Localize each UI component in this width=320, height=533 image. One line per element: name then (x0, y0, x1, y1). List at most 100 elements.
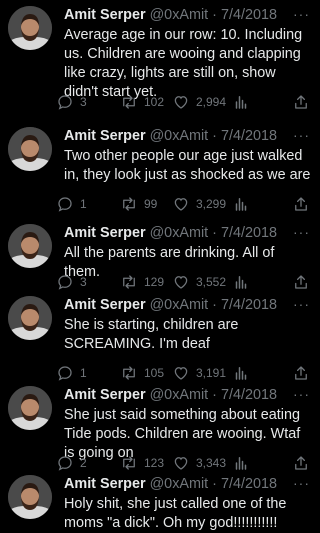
retweet-count: 99 (144, 197, 158, 211)
share-button[interactable] (292, 93, 310, 111)
reply-icon (58, 197, 72, 212)
more-options-icon[interactable]: ··· (293, 128, 310, 142)
tweet-date[interactable]: 7/4/2018 (221, 476, 277, 492)
author-handle[interactable]: @0xAmit (150, 476, 209, 492)
retweet-button[interactable]: 105 (120, 364, 164, 382)
like-count: 2,994 (196, 95, 227, 109)
more-options-icon[interactable]: ··· (293, 476, 310, 490)
tweet-header: Amit Serper @0xAmit · 7/4/2018 (64, 127, 290, 146)
share-button[interactable] (292, 364, 310, 382)
avatar[interactable] (8, 475, 52, 519)
tweet-date[interactable]: 7/4/2018 (221, 297, 277, 313)
tweet-header: Amit Serper @0xAmit · 7/4/2018 (64, 386, 290, 405)
retweet-button[interactable]: 129 (120, 273, 164, 291)
reply-icon (58, 366, 72, 381)
heart-icon (174, 367, 188, 380)
share-button[interactable] (292, 454, 310, 472)
tweet-header: Amit Serper @0xAmit · 7/4/2018 (64, 224, 290, 243)
reply-button[interactable]: 2 (56, 454, 87, 472)
tweet-header: Amit Serper @0xAmit · 7/4/2018 (64, 6, 290, 25)
share-icon (295, 275, 307, 289)
avatar[interactable] (8, 296, 52, 340)
retweet-count: 123 (144, 456, 165, 470)
views-button[interactable] (232, 93, 250, 111)
author-name[interactable]: Amit Serper (64, 7, 146, 23)
separator-dot: · (212, 225, 217, 241)
reply-count: 3 (80, 95, 87, 109)
views-icon (235, 96, 247, 109)
more-options-icon[interactable]: ··· (293, 387, 310, 401)
like-button[interactable]: 3,299 (172, 195, 226, 213)
views-button[interactable] (232, 195, 250, 213)
like-count: 3,343 (196, 456, 227, 470)
avatar-image (8, 475, 52, 519)
retweet-icon (123, 275, 135, 289)
share-icon (295, 456, 307, 470)
action-bar: 2 123 3,343 (56, 454, 310, 474)
views-button[interactable] (232, 364, 250, 382)
reply-icon (58, 275, 72, 290)
like-button[interactable]: 3,191 (172, 364, 226, 382)
author-handle[interactable]: @0xAmit (150, 297, 209, 313)
author-handle[interactable]: @0xAmit (150, 225, 209, 241)
avatar-image (8, 127, 52, 171)
like-button[interactable]: 3,343 (172, 454, 226, 472)
views-icon (235, 198, 247, 211)
more-options-icon[interactable]: ··· (293, 7, 310, 21)
tweet-text: Two other people our age just walked in,… (64, 148, 311, 183)
author-handle[interactable]: @0xAmit (150, 387, 209, 403)
author-handle[interactable]: @0xAmit (150, 7, 209, 23)
retweet-count: 129 (144, 275, 165, 289)
tweet-date[interactable]: 7/4/2018 (221, 128, 277, 144)
separator-dot: · (212, 297, 217, 313)
more-options-icon[interactable]: ··· (293, 297, 310, 311)
author-name[interactable]: Amit Serper (64, 297, 146, 313)
retweet-count: 102 (144, 95, 165, 109)
views-button[interactable] (232, 273, 250, 291)
tweet-date[interactable]: 7/4/2018 (221, 387, 277, 403)
separator-dot: · (212, 128, 217, 144)
share-icon (295, 197, 307, 211)
retweet-button[interactable]: 102 (120, 93, 164, 111)
heart-icon (174, 276, 188, 289)
share-button[interactable] (292, 195, 310, 213)
reply-button[interactable]: 3 (56, 273, 87, 291)
tweet-date[interactable]: 7/4/2018 (221, 225, 277, 241)
retweet-button[interactable]: 123 (120, 454, 164, 472)
reply-count: 1 (80, 366, 87, 380)
action-bar: 3 129 3,552 (56, 273, 310, 293)
like-button[interactable]: 3,552 (172, 273, 226, 291)
retweet-icon (123, 366, 135, 380)
reply-count: 1 (80, 197, 87, 211)
like-button[interactable]: 2,994 (172, 93, 226, 111)
avatar-image (8, 224, 52, 268)
avatar[interactable] (8, 6, 52, 50)
action-bar: 1 105 3,191 (56, 364, 310, 384)
author-name[interactable]: Amit Serper (64, 476, 146, 492)
reply-icon (58, 456, 72, 471)
heart-icon (174, 96, 188, 109)
reply-button[interactable]: 1 (56, 364, 87, 382)
action-bar: 3 102 2,994 (56, 93, 310, 113)
tweet-date[interactable]: 7/4/2018 (221, 7, 277, 23)
avatar[interactable] (8, 127, 52, 171)
like-count: 3,191 (196, 366, 227, 380)
avatar-image (8, 6, 52, 50)
author-name[interactable]: Amit Serper (64, 128, 146, 144)
share-button[interactable] (292, 273, 310, 291)
tweet-text: Holy shit, she just called one of the mo… (64, 496, 287, 531)
author-handle[interactable]: @0xAmit (150, 128, 209, 144)
reply-button[interactable]: 1 (56, 195, 87, 213)
avatar[interactable] (8, 224, 52, 268)
tweet-text: She is starting, children are SCREAMING.… (64, 317, 239, 352)
author-name[interactable]: Amit Serper (64, 387, 146, 403)
views-button[interactable] (232, 454, 250, 472)
like-count: 3,552 (196, 275, 227, 289)
more-options-icon[interactable]: ··· (293, 225, 310, 239)
heart-icon (174, 198, 188, 211)
reply-button[interactable]: 3 (56, 93, 87, 111)
avatar[interactable] (8, 386, 52, 430)
retweet-button[interactable]: 99 (120, 195, 157, 213)
separator-dot: · (212, 387, 217, 403)
author-name[interactable]: Amit Serper (64, 225, 146, 241)
